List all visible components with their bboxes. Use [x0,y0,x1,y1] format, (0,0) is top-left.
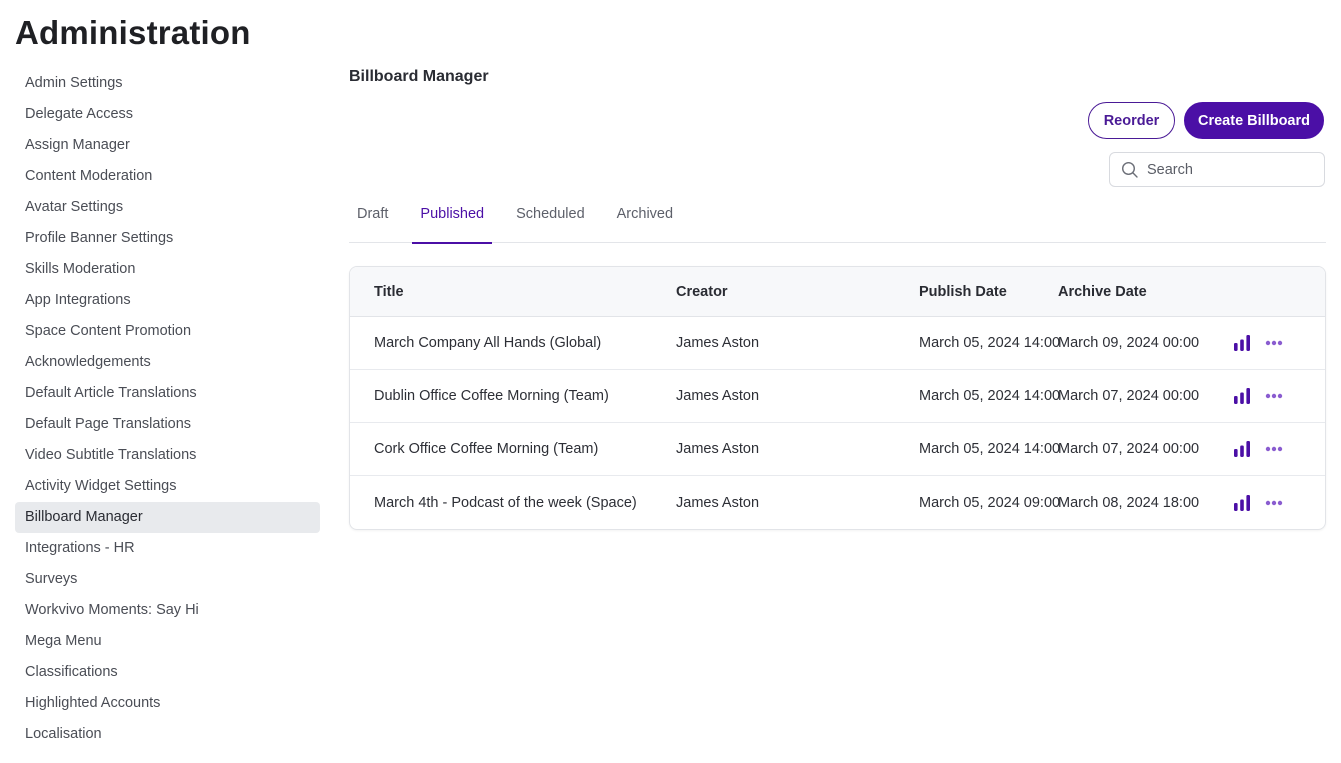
sidebar-item-activity-widget-settings[interactable]: Activity Widget Settings [15,471,320,502]
sidebar-item-app-integrations[interactable]: App Integrations [15,285,320,316]
search-input[interactable] [1147,154,1317,185]
header-creator[interactable]: Creator [652,284,895,300]
sidebar-item-admin-settings[interactable]: Admin Settings [15,68,320,99]
cell-publish-date: March 05, 2024 14:00 [919,441,1061,457]
create-billboard-button[interactable]: Create Billboard [1184,102,1324,139]
sidebar-item-highlighted-accounts[interactable]: Highlighted Accounts [15,688,320,719]
cell-title: Cork Office Coffee Morning (Team) [374,441,599,457]
sidebar-item-skills-moderation[interactable]: Skills Moderation [15,254,320,285]
sidebar-item-localisation[interactable]: Localisation [15,719,320,750]
sidebar-item-assign-manager[interactable]: Assign Manager [15,130,320,161]
cell-publish-date: March 05, 2024 14:00 [919,335,1061,351]
header-publish-date[interactable]: Publish Date [895,284,1058,300]
cell-archive-date: March 08, 2024 18:00 [1058,494,1200,511]
sidebar-item-default-page-translations[interactable]: Default Page Translations [15,409,320,440]
section-title: Billboard Manager [349,68,489,85]
bar-chart-icon[interactable] [1233,494,1251,512]
bar-chart-icon[interactable] [1233,334,1251,352]
more-horizontal-icon[interactable] [1265,393,1283,399]
sidebar-item-default-article-translations[interactable]: Default Article Translations [15,378,320,409]
more-horizontal-icon[interactable] [1265,446,1283,452]
cell-creator: James Aston [676,388,760,404]
sidebar-item-classifications[interactable]: Classifications [15,657,320,688]
sidebar-item-space-content-promotion[interactable]: Space Content Promotion [15,316,320,347]
search-box [1109,152,1325,187]
sidebar-item-integrations-hr[interactable]: Integrations - HR [15,533,320,564]
status-tabs: Draft Published Scheduled Archived [349,196,1326,244]
sidebar-item-avatar-settings[interactable]: Avatar Settings [15,192,320,223]
bar-chart-icon[interactable] [1233,440,1251,458]
cell-title: March Company All Hands (Global) [374,335,602,351]
more-horizontal-icon[interactable] [1265,340,1283,346]
tab-scheduled[interactable]: Scheduled [508,196,593,243]
cell-title: March 4th - Podcast of the week (Space) [374,494,637,511]
billboard-table: Title Creator Publish Date Archive Date … [349,266,1326,530]
header-title[interactable]: Title [350,284,652,300]
reorder-button[interactable]: Reorder [1088,102,1175,139]
header-archive-date[interactable]: Archive Date [1058,284,1233,300]
sidebar-item-surveys[interactable]: Surveys [15,564,320,595]
tab-draft[interactable]: Draft [349,196,396,243]
sidebar-item-billboard-manager[interactable]: Billboard Manager [15,502,320,533]
cell-creator: James Aston [676,494,760,511]
row-actions [1233,440,1283,458]
cell-creator: James Aston [676,441,760,457]
table-row[interactable]: Cork Office Coffee Morning (Team) James … [350,423,1325,476]
row-actions [1233,387,1283,405]
cell-title: Dublin Office Coffee Morning (Team) [374,388,609,404]
sidebar-item-content-moderation[interactable]: Content Moderation [15,161,320,192]
sidebar-item-workvivo-moments[interactable]: Workvivo Moments: Say Hi [15,595,320,626]
row-actions [1233,494,1283,512]
row-actions [1233,334,1283,352]
admin-sidebar: Admin Settings Delegate Access Assign Ma… [15,68,320,750]
sidebar-item-profile-banner-settings[interactable]: Profile Banner Settings [15,223,320,254]
bar-chart-icon[interactable] [1233,387,1251,405]
sidebar-item-delegate-access[interactable]: Delegate Access [15,99,320,130]
sidebar-item-mega-menu[interactable]: Mega Menu [15,626,320,657]
page-title: Administration [15,14,251,51]
cell-archive-date: March 09, 2024 00:00 [1058,335,1200,351]
cell-publish-date: March 05, 2024 14:00 [919,388,1061,404]
tab-published[interactable]: Published [412,196,492,244]
cell-archive-date: March 07, 2024 00:00 [1058,388,1200,404]
table-row[interactable]: Dublin Office Coffee Morning (Team) Jame… [350,370,1325,423]
search-icon [1121,161,1139,179]
table-row[interactable]: March Company All Hands (Global) James A… [350,317,1325,370]
more-horizontal-icon[interactable] [1265,500,1283,506]
sidebar-item-acknowledgements[interactable]: Acknowledgements [15,347,320,378]
table-row[interactable]: March 4th - Podcast of the week (Space) … [350,476,1325,529]
sidebar-item-video-subtitle-translations[interactable]: Video Subtitle Translations [15,440,320,471]
cell-archive-date: March 07, 2024 00:00 [1058,441,1200,457]
cell-publish-date: March 05, 2024 09:00 [919,494,1061,511]
tab-archived[interactable]: Archived [609,196,681,243]
cell-creator: James Aston [676,335,760,351]
table-header-row: Title Creator Publish Date Archive Date [350,267,1325,317]
